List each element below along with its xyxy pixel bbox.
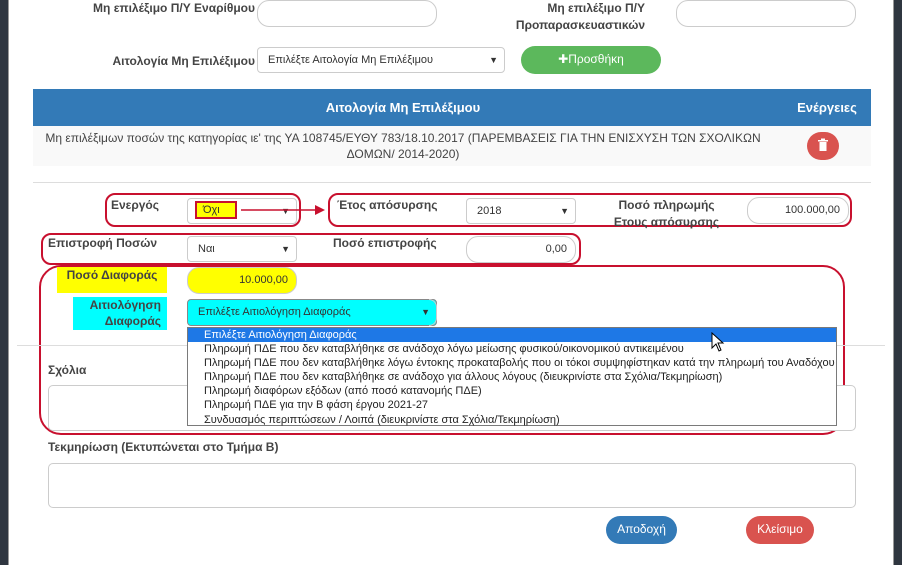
non-eligible-preparatory-label: Μη επιλέξιμο Π/Υ Προπαρασκευαστικών — [459, 0, 645, 34]
reason-select-value: Επιλέξτε Αιτολογία Μη Επιλέξιμου — [268, 54, 434, 66]
chevron-down-icon: ▼ — [489, 55, 498, 65]
documentation-textarea[interactable] — [48, 463, 856, 508]
withdrawal-year-value: 2018 — [477, 205, 502, 217]
label-line-1: Αιτιολόγηση — [89, 298, 161, 312]
table-row: Μη επιλέξιμων ποσών της κατηγορίας ιε' τ… — [33, 126, 871, 166]
divider — [33, 182, 871, 183]
reason-label: Αιτολογία Μη Επιλέξιμου — [112, 54, 255, 68]
refund-select-value: Ναι — [198, 243, 215, 255]
difference-amount-input[interactable]: 10.000,00 — [187, 267, 297, 294]
table-row-reason: Μη επιλέξιμων ποσών της κατηγορίας ιε' τ… — [33, 130, 773, 162]
table-header-actions: Ενέργειες — [797, 100, 857, 115]
dropdown-option[interactable]: Επιλέξτε Αιτιολόγηση Διαφοράς — [188, 328, 836, 343]
difference-reason-dropdown[interactable]: Επιλέξτε Αιτιολόγηση Διαφοράς Πληρωμή ΠΔ… — [187, 327, 837, 426]
row-text-line-2: ΔΟΜΩΝ/ 2014-2020) — [346, 147, 460, 161]
annotation-arrow — [241, 205, 325, 215]
table-header: Αιτολογία Μη Επιλέξιμου Ενέργειες — [33, 89, 871, 126]
refund-amount-label: Ποσό επιστροφής — [333, 236, 437, 250]
dropdown-option[interactable]: Πληρωμή διαφόρων εξόδων (από ποσό κατανο… — [188, 384, 836, 398]
comments-label: Σχόλια — [48, 363, 87, 377]
payment-amount-label: Ποσό πληρωμής Ετους απόσυρσης — [589, 197, 744, 231]
non-eligible-preparatory-input[interactable] — [676, 0, 856, 27]
non-eligible-numbered-input[interactable] — [257, 0, 437, 27]
active-label: Ενεργός — [110, 198, 159, 212]
label-line-1: Ποσό πληρωμής — [618, 198, 715, 212]
table-header-reason: Αιτολογία Μη Επιλέξιμου — [325, 100, 481, 115]
payment-amount-input[interactable]: 100.000,00 — [747, 197, 849, 224]
label-line-1: Μη επιλέξιμο Π/Υ — [547, 1, 645, 15]
documentation-label: Τεκμηρίωση (Εκτυπώνεται στο Τμήμα Β) — [48, 440, 279, 454]
mouse-cursor-icon — [711, 332, 725, 352]
close-button[interactable]: Κλείσιμο — [746, 516, 814, 544]
refund-select[interactable]: Ναι ▼ — [187, 236, 297, 262]
refund-label: Επιστροφή Ποσών — [48, 236, 158, 250]
difference-reason-label: Αιτιολόγηση Διαφοράς — [73, 297, 167, 330]
select-edge — [429, 299, 437, 326]
label-line-2: Ετους απόσυρσης — [613, 215, 720, 229]
label-line-2: Διαφοράς — [104, 314, 161, 328]
dropdown-option[interactable]: Πληρωμή ΠΔΕ που δεν καταβλήθηκε σε ανάδο… — [188, 370, 836, 384]
dropdown-option[interactable]: Πληρωμή ΠΔΕ που δεν καταβλήθηκε λόγω έντ… — [188, 356, 836, 370]
withdrawal-year-select[interactable]: 2018 ▼ — [466, 198, 576, 224]
dropdown-option[interactable]: Συνδυασμός περιπτώσεων / Λοιπά (διευκριν… — [188, 413, 836, 427]
reason-select[interactable]: Επιλέξτε Αιτολογία Μη Επιλέξιμου ▼ — [257, 47, 505, 73]
modal-dialog: Μη επιλέξιμο Π/Υ Εναρίθμου Μη επιλέξιμο … — [8, 0, 894, 565]
difference-reason-select-value: Επιλέξτε Αιτιολόγηση Διαφοράς — [198, 306, 351, 318]
dropdown-option[interactable]: Πληρωμή ΠΔΕ που δεν καταβλήθηκε σε ανάδο… — [188, 342, 836, 356]
add-button[interactable]: ✚Προσθήκη — [521, 46, 661, 74]
chevron-down-icon: ▼ — [560, 206, 569, 216]
trash-icon — [818, 138, 828, 151]
accept-button[interactable]: Αποδοχή — [606, 516, 677, 544]
non-eligible-numbered-label: Μη επιλέξιμο Π/Υ Εναρίθμου — [93, 1, 255, 15]
dropdown-option[interactable]: Πληρωμή ΠΔΕ για την Β φάση έργου 2021-27 — [188, 398, 836, 412]
delete-button[interactable] — [807, 132, 839, 160]
difference-reason-select[interactable]: Επιλέξτε Αιτιολόγηση Διαφοράς ▼ — [187, 299, 437, 326]
refund-amount-input[interactable]: 0,00 — [466, 236, 576, 263]
chevron-down-icon: ▼ — [281, 244, 290, 254]
difference-label: Ποσό Διαφοράς — [57, 267, 167, 293]
label-line-2: Προπαρασκευαστικών — [515, 18, 645, 32]
row-text-line-1: Μη επιλέξιμων ποσών της κατηγορίας ιε' τ… — [45, 131, 761, 145]
withdrawal-year-label: Έτος απόσυρσης — [337, 198, 438, 212]
active-select-value: Όχι — [195, 201, 237, 219]
